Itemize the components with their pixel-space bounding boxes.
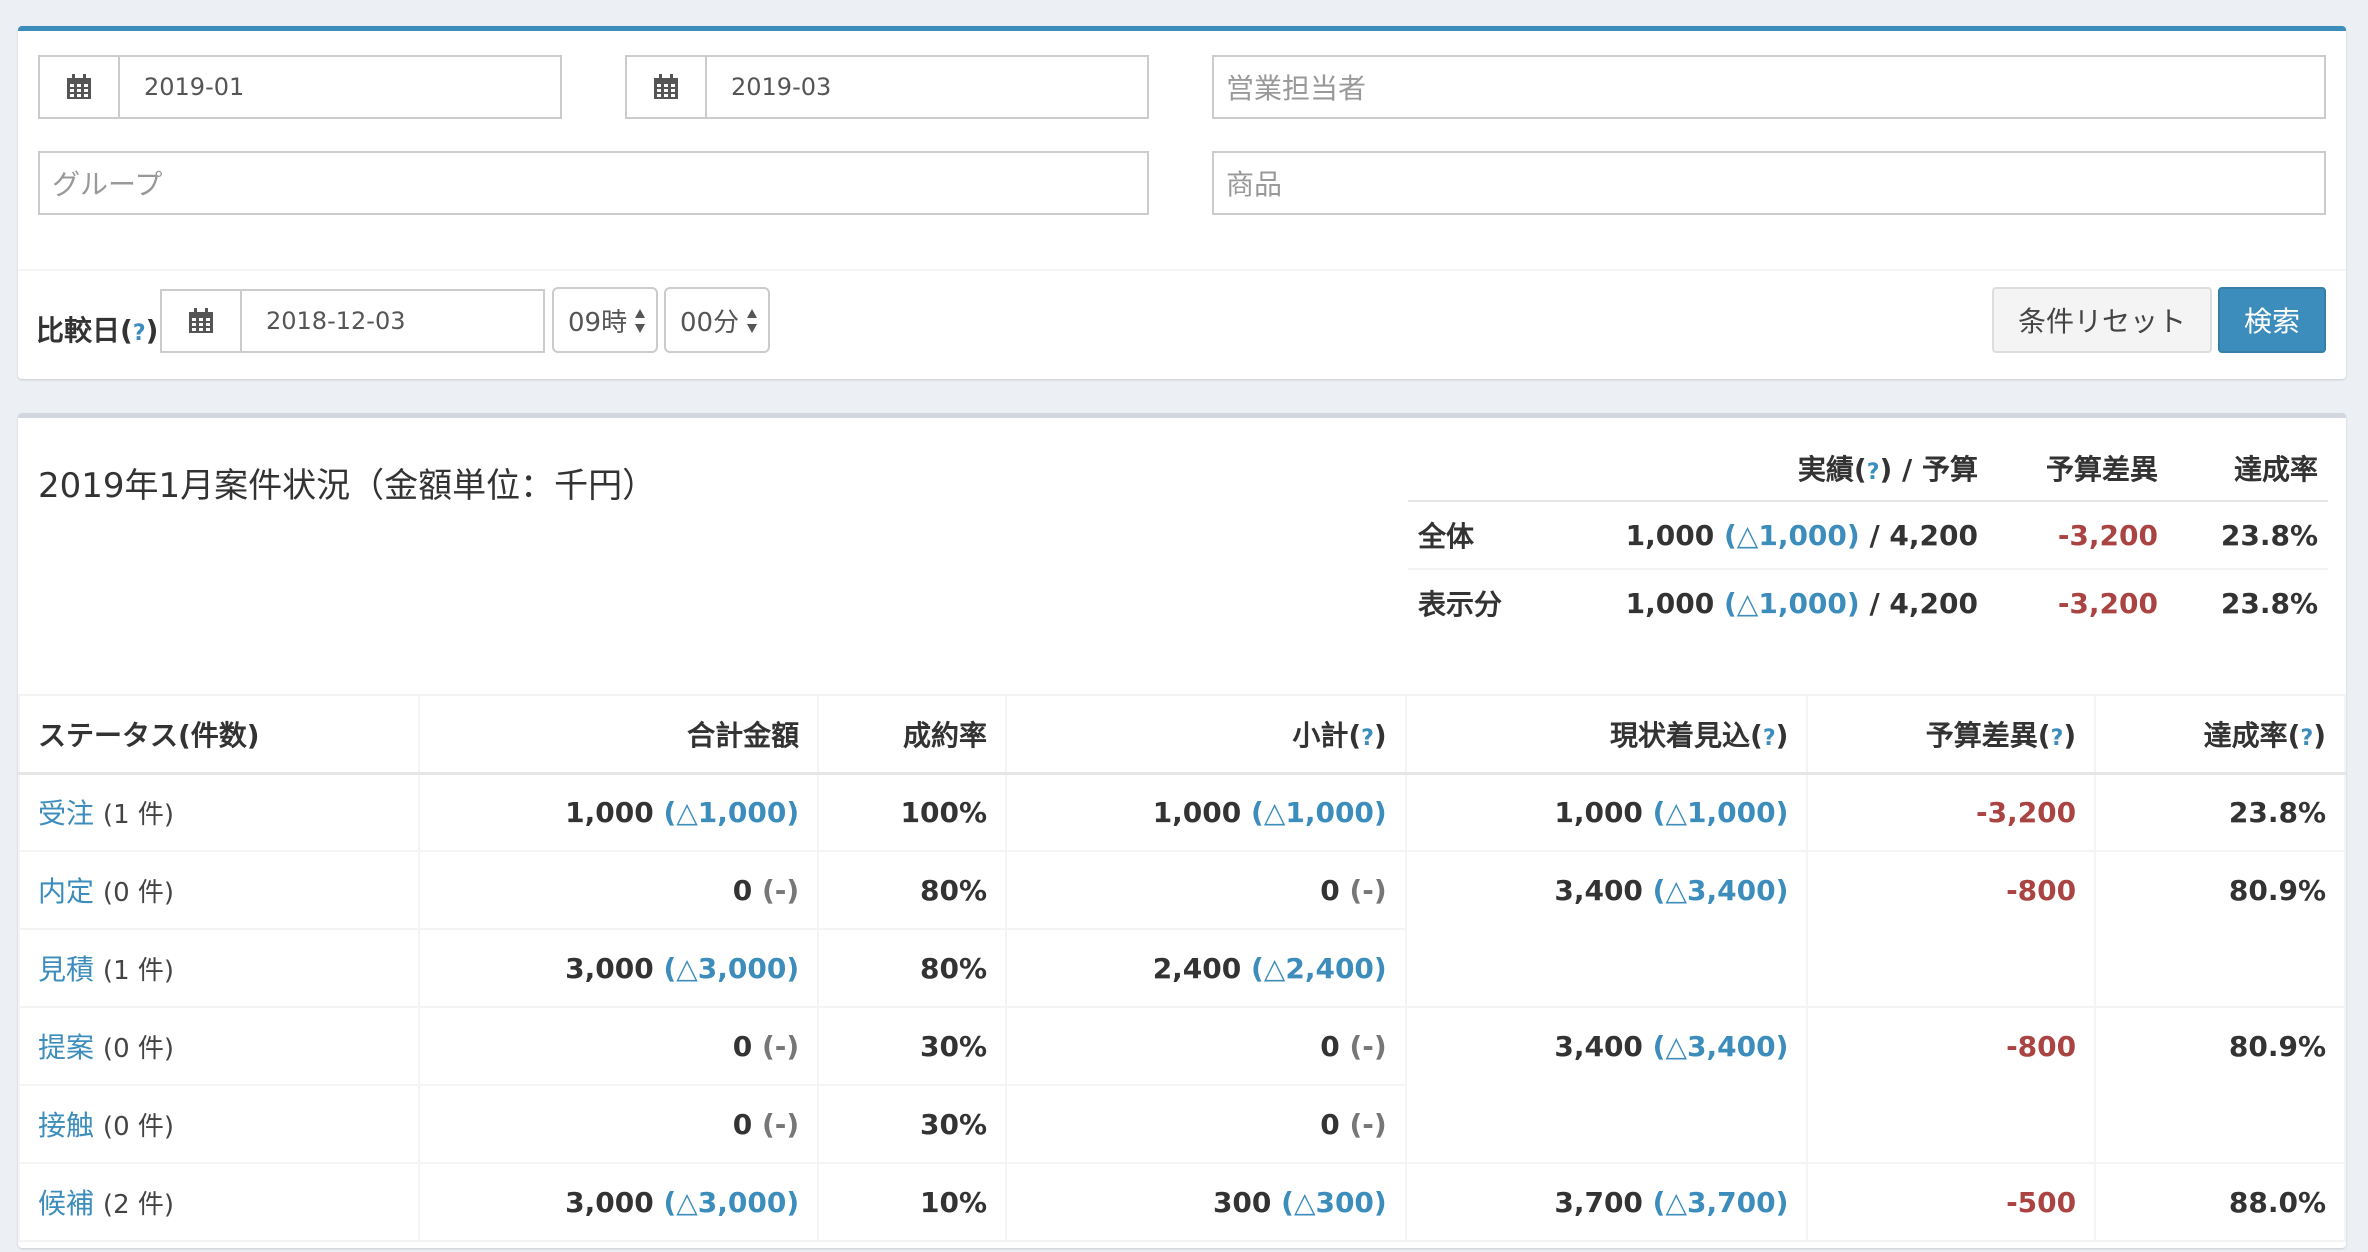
total-header: 合計金額 xyxy=(417,694,820,775)
help-link[interactable]: ? xyxy=(1867,460,1880,485)
help-link[interactable]: ? xyxy=(1361,726,1374,751)
diff-header: 予算差異(?) xyxy=(1806,694,2097,775)
summary-panel: 2019年1月案件状況（金額単位：千円） 実績(?) / 予算 予算差異 達成率… xyxy=(18,413,2346,1248)
actual-budget-header: 実績(?) / 予算 xyxy=(1598,436,1988,502)
search-button[interactable]: 検索 xyxy=(2218,287,2326,353)
status-link[interactable]: 接触 xyxy=(38,1109,94,1142)
status-link[interactable]: 内定 xyxy=(38,875,94,908)
minute-select[interactable]: 00分 xyxy=(664,287,770,353)
hour-select[interactable]: 09時 xyxy=(552,287,658,353)
summary-row-shown: 表示分 1,000 (△1,000) / 4,200 -3,200 23.8% xyxy=(1418,586,2318,622)
help-link[interactable]: ? xyxy=(2051,726,2064,751)
status-header: ステータス(件数) xyxy=(18,694,420,775)
filter-panel: 2019-01 2019-03 営業担当者 グループ 商品 比較日(?) 201… xyxy=(18,26,2346,379)
status-link[interactable]: 候補 xyxy=(38,1187,94,1220)
calendar-icon[interactable] xyxy=(40,57,120,117)
rate-header: 成約率 xyxy=(817,694,1008,775)
calendar-icon[interactable] xyxy=(627,57,707,117)
group-input[interactable]: グループ xyxy=(38,151,1149,215)
table-row: 受注 (1 件) 1,000 (△1,000) 100% 1,000 (△1,0… xyxy=(18,772,2346,852)
help-link[interactable]: ? xyxy=(1763,726,1776,751)
from-date-picker[interactable]: 2019-01 xyxy=(38,55,562,119)
from-date-input[interactable]: 2019-01 xyxy=(120,57,560,117)
status-link[interactable]: 受注 xyxy=(38,797,94,830)
budget-diff-header: 予算差異 xyxy=(1988,436,2168,502)
summary-row-total: 全体 1,000 (△1,000) / 4,200 -3,200 23.8% xyxy=(1408,501,2328,570)
summary-title: 2019年1月案件状況（金額単位：千円） xyxy=(38,466,657,506)
to-date-input[interactable]: 2019-03 xyxy=(707,57,1147,117)
reset-button[interactable]: 条件リセット xyxy=(1992,287,2212,353)
table-row: 内定 (0 件) 0 (-) 80% 0 (-) 3,400 (△3,400) … xyxy=(18,850,2346,1008)
select-arrows-icon xyxy=(746,307,758,335)
sales-rep-input[interactable]: 営業担当者 xyxy=(1212,55,2326,119)
calendar-icon[interactable] xyxy=(162,291,242,351)
table-row: 提案 (0 件) 0 (-) 30% 0 (-) 3,400 (△3,400) … xyxy=(18,1006,2346,1164)
table-row: 候補 (2 件) 3,000 (△3,000) 10% 300 (△300) 3… xyxy=(18,1162,2346,1242)
compare-date-label: 比較日(?) xyxy=(36,314,159,347)
to-date-picker[interactable]: 2019-03 xyxy=(625,55,1149,119)
help-link[interactable]: ? xyxy=(2300,726,2313,751)
summary-table: 実績(?) / 予算 予算差異 達成率 全体 1,000 (△1,000) / … xyxy=(1408,436,2328,636)
achieve-rate-header: 達成率 xyxy=(2168,436,2328,502)
compare-date-picker[interactable]: 2018-12-03 xyxy=(160,289,545,353)
forecast-header: 現状着見込(?) xyxy=(1404,694,1809,775)
compare-date-input[interactable]: 2018-12-03 xyxy=(242,291,543,351)
product-input[interactable]: 商品 xyxy=(1212,151,2326,215)
subtotal-header: 小計(?) xyxy=(1005,694,1407,775)
status-link[interactable]: 見積 xyxy=(38,953,94,986)
divider xyxy=(18,269,2346,271)
achieve-header: 達成率(?) xyxy=(2094,694,2346,775)
select-arrows-icon xyxy=(634,307,646,335)
help-link[interactable]: ? xyxy=(133,321,146,346)
status-link[interactable]: 提案 xyxy=(38,1031,94,1064)
status-table: ステータス(件数) 合計金額 成約率 小計(?) 現状着見込(?) 予算差異(?… xyxy=(18,694,2346,1242)
